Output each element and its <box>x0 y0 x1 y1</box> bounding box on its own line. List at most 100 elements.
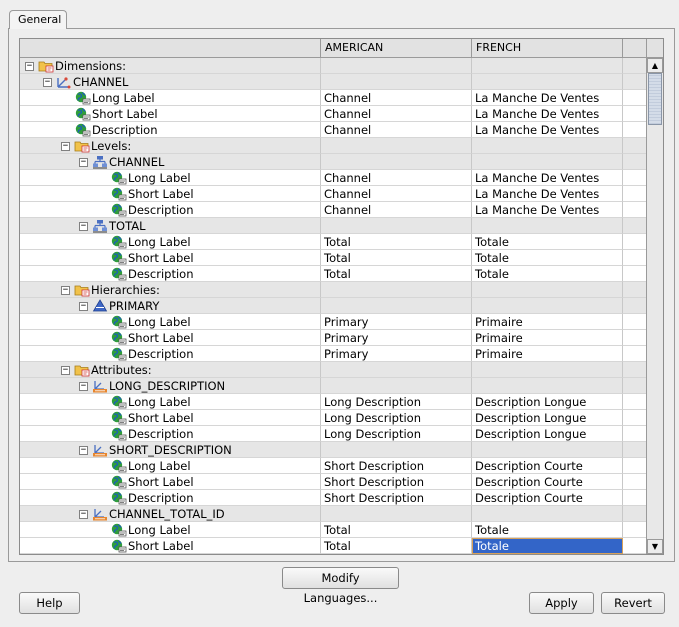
american-cell[interactable]: Short Description <box>321 490 472 506</box>
tree-name-cell[interactable]: − SHORT_DESCRIPTION <box>20 442 321 458</box>
french-cell[interactable]: Primaire <box>472 346 623 362</box>
collapse-toggle-icon[interactable]: − <box>79 301 88 311</box>
tree-name-cell[interactable]: Short Label <box>20 106 321 122</box>
tree-group-row[interactable]: − PRIMARY <box>20 298 646 314</box>
american-cell[interactable]: Total <box>321 250 472 266</box>
help-button[interactable]: Help <box>19 592 80 614</box>
collapse-toggle-icon[interactable]: − <box>61 365 70 375</box>
tree-name-cell[interactable]: Short Label <box>20 330 321 346</box>
french-cell[interactable]: La Manche De Ventes <box>472 170 623 186</box>
tree-name-cell[interactable]: Long Label <box>20 90 321 106</box>
american-cell[interactable] <box>321 362 472 378</box>
tree-name-cell[interactable]: − CHANNEL_TOTAL_ID <box>20 506 321 522</box>
american-cell[interactable]: Long Description <box>321 394 472 410</box>
american-cell[interactable] <box>321 74 472 90</box>
french-cell[interactable] <box>472 58 623 74</box>
tree-name-cell[interactable]: Description <box>20 490 321 506</box>
vertical-scrollbar[interactable]: ▲ ▼ <box>646 58 663 554</box>
tree-name-cell[interactable]: Short Label <box>20 474 321 490</box>
american-cell[interactable]: Primary <box>321 346 472 362</box>
tree-group-row[interactable]: − TOTAL <box>20 218 646 234</box>
scroll-up-button[interactable]: ▲ <box>647 58 663 73</box>
french-cell[interactable]: Totale <box>472 522 623 538</box>
collapse-toggle-icon[interactable]: − <box>43 77 52 87</box>
tree-name-cell[interactable]: Short Label <box>20 410 321 426</box>
table-row[interactable]: Long Label Channel La Manche De Ventes <box>20 170 646 186</box>
collapse-toggle-icon[interactable]: − <box>61 285 70 295</box>
french-cell[interactable] <box>472 74 623 90</box>
collapse-toggle-icon[interactable]: − <box>79 445 88 455</box>
tree-group-row[interactable]: − CHANNEL <box>20 154 646 170</box>
american-cell[interactable] <box>321 218 472 234</box>
table-row[interactable]: Long Label Channel La Manche De Ventes <box>20 90 646 106</box>
collapse-toggle-icon[interactable]: − <box>25 61 34 71</box>
french-cell[interactable] <box>472 218 623 234</box>
american-cell[interactable]: Short Description <box>321 458 472 474</box>
french-cell[interactable]: La Manche De Ventes <box>472 202 623 218</box>
tab-general[interactable]: General <box>9 10 67 29</box>
american-cell[interactable]: Primary <box>321 314 472 330</box>
french-cell[interactable] <box>472 138 623 154</box>
tree-name-cell[interactable]: Long Label <box>20 522 321 538</box>
american-cell[interactable]: Long Description <box>321 410 472 426</box>
tree-name-cell[interactable]: Short Label <box>20 250 321 266</box>
tree-name-cell[interactable]: − TOTAL <box>20 218 321 234</box>
french-cell[interactable] <box>472 506 623 522</box>
american-cell[interactable]: Channel <box>321 90 472 106</box>
tree-name-cell[interactable]: − CHANNEL <box>20 154 321 170</box>
table-row[interactable]: Long Label Total Totale <box>20 234 646 250</box>
table-row[interactable]: Short Label Total Totale <box>20 250 646 266</box>
french-cell[interactable]: La Manche De Ventes <box>472 106 623 122</box>
tree-group-row[interactable]: − Attributes: <box>20 362 646 378</box>
scroll-thumb[interactable] <box>648 73 662 125</box>
table-row[interactable]: Description Primary Primaire <box>20 346 646 362</box>
american-cell[interactable] <box>321 506 472 522</box>
tree-group-row[interactable]: − CHANNEL_TOTAL_ID <box>20 506 646 522</box>
tree-name-cell[interactable]: Description <box>20 202 321 218</box>
tree-name-cell[interactable]: − Hierarchies: <box>20 282 321 298</box>
revert-button[interactable]: Revert <box>601 592 665 614</box>
french-cell[interactable]: Description Longue <box>472 410 623 426</box>
french-cell[interactable]: La Manche De Ventes <box>472 186 623 202</box>
tree-name-cell[interactable]: Description <box>20 426 321 442</box>
french-cell[interactable]: La Manche De Ventes <box>472 90 623 106</box>
tree-name-cell[interactable]: − PRIMARY <box>20 298 321 314</box>
tree-group-row[interactable]: − CHANNEL <box>20 74 646 90</box>
french-cell[interactable]: La Manche De Ventes <box>472 122 623 138</box>
tree-name-cell[interactable]: Description <box>20 266 321 282</box>
american-cell[interactable]: Short Description <box>321 474 472 490</box>
tree-name-cell[interactable]: Long Label <box>20 170 321 186</box>
french-cell[interactable] <box>472 362 623 378</box>
american-cell[interactable]: Total <box>321 538 472 554</box>
american-cell[interactable]: Total <box>321 522 472 538</box>
french-cell[interactable] <box>472 154 623 170</box>
table-row[interactable]: Long Label Primary Primaire <box>20 314 646 330</box>
american-cell[interactable] <box>321 154 472 170</box>
french-cell-selected[interactable]: Totale <box>472 538 623 554</box>
tree-name-cell[interactable]: Short Label <box>20 186 321 202</box>
tree-name-cell[interactable]: − Levels: <box>20 138 321 154</box>
tree-name-cell[interactable]: Long Label <box>20 394 321 410</box>
table-row[interactable]: Short Label Primary Primaire <box>20 330 646 346</box>
table-row[interactable]: Description Long Description Description L… <box>20 426 646 442</box>
tree-group-row[interactable]: − Levels: <box>20 138 646 154</box>
french-cell[interactable]: Description Courte <box>472 490 623 506</box>
tree-name-cell[interactable]: Long Label <box>20 314 321 330</box>
american-cell[interactable] <box>321 442 472 458</box>
collapse-toggle-icon[interactable]: − <box>79 221 88 231</box>
table-row[interactable]: Long Label Short Description Description C… <box>20 458 646 474</box>
table-row[interactable]: Description Channel La Manche De Ventes <box>20 202 646 218</box>
tree-name-cell[interactable]: − Attributes: <box>20 362 321 378</box>
tree-group-row[interactable]: − SHORT_DESCRIPTION <box>20 442 646 458</box>
tree-name-cell[interactable]: Long Label <box>20 234 321 250</box>
apply-button[interactable]: Apply <box>529 592 594 614</box>
column-header-american[interactable]: AMERICAN <box>321 39 472 57</box>
table-row[interactable]: Description Short Description Description … <box>20 490 646 506</box>
french-cell[interactable]: Description Longue <box>472 426 623 442</box>
collapse-toggle-icon[interactable]: − <box>61 141 70 151</box>
american-cell[interactable]: Total <box>321 266 472 282</box>
column-header-name[interactable] <box>20 39 321 57</box>
american-cell[interactable] <box>321 138 472 154</box>
american-cell[interactable]: Channel <box>321 202 472 218</box>
tree-name-cell[interactable]: Long Label <box>20 458 321 474</box>
